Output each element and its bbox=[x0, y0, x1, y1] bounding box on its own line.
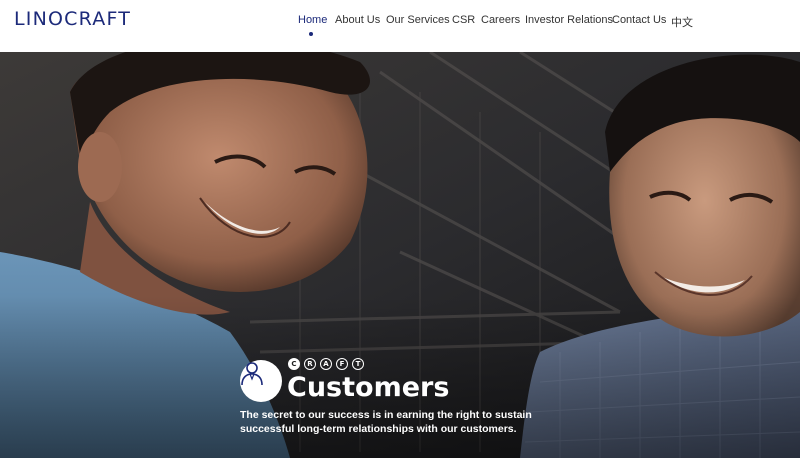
hero-banner: C R A F T Customers The secret to our su… bbox=[0, 52, 800, 458]
nav-contact-us[interactable]: Contact Us bbox=[612, 14, 666, 26]
nav-careers[interactable]: Careers bbox=[481, 14, 520, 26]
customer-person-icon bbox=[240, 360, 282, 402]
craft-letter-a[interactable]: A bbox=[320, 358, 332, 370]
nav-csr[interactable]: CSR bbox=[452, 14, 475, 26]
craft-letters: C R A F T bbox=[288, 358, 364, 370]
craft-letter-r[interactable]: R bbox=[304, 358, 316, 370]
active-nav-indicator bbox=[309, 32, 313, 36]
nav-our-services[interactable]: Our Services bbox=[386, 14, 450, 26]
hero-description: The secret to our success is in earning … bbox=[240, 409, 532, 435]
site-logo[interactable]: LINOCRAFT bbox=[14, 8, 131, 30]
craft-letter-t[interactable]: T bbox=[352, 358, 364, 370]
craft-letter-f[interactable]: F bbox=[336, 358, 348, 370]
nav-about-us[interactable]: About Us bbox=[335, 14, 380, 26]
hero-title: Customers bbox=[287, 372, 450, 403]
nav-investor-relations[interactable]: Investor Relations bbox=[525, 14, 613, 26]
nav-home[interactable]: Home bbox=[298, 14, 327, 26]
nav-chinese[interactable]: 中文 bbox=[671, 14, 693, 30]
craft-letter-c[interactable]: C bbox=[288, 358, 300, 370]
site-header: LINOCRAFT Home About Us Our Services CSR… bbox=[0, 0, 800, 52]
